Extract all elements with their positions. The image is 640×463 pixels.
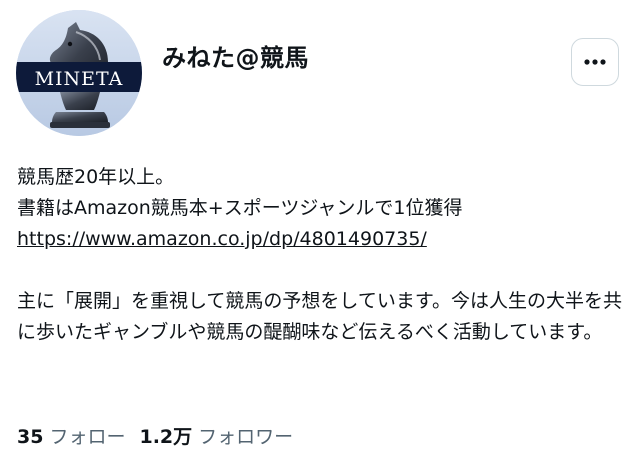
following-stat[interactable]: 35 フォロー — [17, 422, 125, 452]
bio-line-experience: 競馬歴20年以上。 — [17, 166, 175, 188]
avatar[interactable]: MINETA — [16, 10, 142, 136]
chess-knight-logo: MINETA — [16, 10, 142, 136]
more-options-button[interactable] — [571, 38, 619, 86]
following-label: フォロー — [49, 426, 126, 448]
following-count: 35 — [17, 426, 44, 448]
bio-spacer — [17, 255, 623, 286]
bio-line-book: 書籍はAmazon競馬本+スポーツジャンルで1位獲得 — [17, 197, 463, 219]
avatar-logo-text: MINETA — [35, 68, 124, 90]
followers-stat[interactable]: 1.2万 フォロワー — [139, 422, 293, 452]
followers-label: フォロワー — [198, 426, 294, 448]
bio-paragraph: 主に「展開」を重視して競馬の予想をしています。今は人生の大半を共に歩いたギャンブ… — [17, 290, 622, 343]
display-name: みねた@競馬 — [162, 44, 309, 72]
followers-count: 1.2万 — [139, 426, 193, 448]
profile-bio: 競馬歴20年以上。 書籍はAmazon競馬本+スポーツジャンルで1位獲得 htt… — [17, 162, 623, 348]
follow-stats: 35 フォロー 1.2万 フォロワー — [17, 422, 307, 452]
bio-link[interactable]: https://www.amazon.co.jp/dp/4801490735/ — [17, 228, 427, 250]
more-horizontal-icon — [584, 59, 606, 65]
